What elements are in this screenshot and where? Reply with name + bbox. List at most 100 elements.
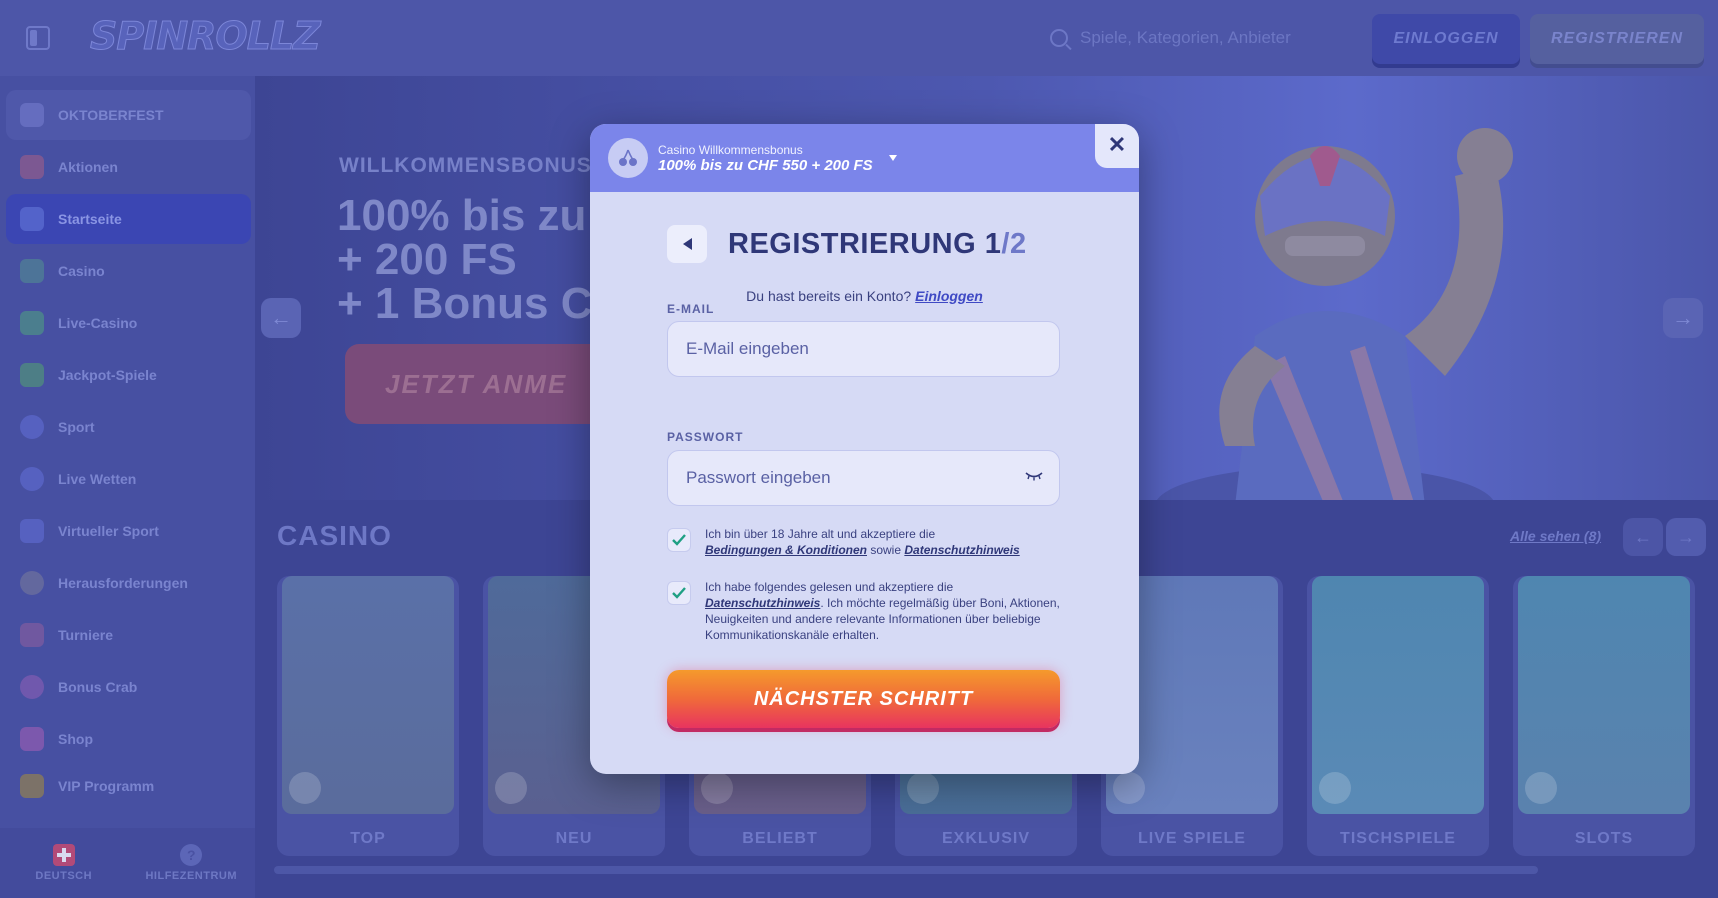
search-placeholder: Spiele, Kategorien, Anbieter <box>1080 28 1291 47</box>
search-input[interactable]: Spiele, Kategorien, Anbieter <box>1050 22 1350 54</box>
registration-modal: Casino Willkommensbonus 100% bis zu CHF … <box>590 124 1139 774</box>
sidebar-item-virtueller-sport[interactable]: Virtueller Sport <box>6 506 251 556</box>
back-button[interactable] <box>667 225 707 263</box>
login-button[interactable]: EINLOGGEN <box>1372 14 1520 64</box>
gift-icon <box>20 155 44 179</box>
category-card-tischspiele[interactable]: TISCHSPIELE <box>1307 576 1489 856</box>
login-link[interactable]: Einloggen <box>915 288 983 304</box>
gamepad-icon <box>20 519 44 543</box>
thumbs-up-icon <box>701 772 733 804</box>
email-field[interactable]: E-Mail eingeben <box>667 321 1060 377</box>
login-hint-text: Du hast bereits ein Konto? <box>746 288 912 304</box>
checkmark-icon <box>672 534 686 546</box>
consent-marketing-checkbox[interactable] <box>667 581 691 605</box>
hero-next-arrow-icon[interactable]: → <box>1663 298 1703 338</box>
cherry-icon <box>608 138 648 178</box>
step-separator: / <box>1001 228 1010 260</box>
category-label: TOP <box>350 830 386 847</box>
checkmark-icon <box>672 587 686 599</box>
terms-link[interactable]: Bedingungen & Konditionen <box>705 543 867 557</box>
sidebar-item-jackpot[interactable]: Jackpot-Spiele <box>6 350 251 400</box>
title-text: REGISTRIERUNG <box>728 228 977 260</box>
consent-marketing-text: Ich habe folgendes gelesen und akzeptier… <box>705 579 1065 643</box>
hero-title-line: + 1 Bonus Cr <box>337 279 610 328</box>
eye-closed-icon[interactable] <box>1025 471 1043 481</box>
consent-age-row: Ich bin über 18 Jahre alt und akzeptiere… <box>667 526 1065 558</box>
password-placeholder: Passwort eingeben <box>686 468 831 487</box>
see-all-link[interactable]: Alle sehen (8) <box>1510 528 1601 544</box>
help-center-link[interactable]: ? HILFEZENTRUM <box>128 828 256 898</box>
casino-prev-arrow-icon[interactable]: ← <box>1623 518 1663 556</box>
sidebar-item-turniere[interactable]: Turniere <box>6 610 251 660</box>
sidebar-item-label: Bonus Crab <box>58 679 138 695</box>
hero-subtitle: WILLKOMMENSBONUS <box>339 154 592 177</box>
consent1-text: Ich bin über 18 Jahre alt und akzeptiere… <box>705 527 936 541</box>
category-label: EXKLUSIV <box>941 830 1030 847</box>
sidebar-item-label: Startseite <box>58 211 122 227</box>
beer-icon <box>20 103 44 127</box>
sidebar-item-vip[interactable]: VIP Programm <box>6 766 251 806</box>
bonus-selector[interactable]: Casino Willkommensbonus 100% bis zu CHF … <box>590 124 1139 192</box>
diamond-icon <box>907 772 939 804</box>
cards-icon <box>1113 772 1145 804</box>
consent2-text: Ich habe folgendes gelesen und akzeptier… <box>705 580 954 594</box>
consent1-mid: sowie <box>870 543 902 557</box>
language-selector[interactable]: DEUTSCH <box>0 828 128 898</box>
crown-icon <box>20 774 44 798</box>
sidebar-item-label: Turniere <box>58 627 113 643</box>
wrestler-illustration <box>1156 128 1513 500</box>
password-field[interactable]: Passwort eingeben <box>667 450 1060 506</box>
hero-title-line: 100% bis zu <box>337 191 587 240</box>
category-card-top[interactable]: TOP <box>277 576 459 856</box>
category-label: LIVE SPIELE <box>1138 830 1246 847</box>
ball-icon <box>20 415 44 439</box>
home-icon <box>20 207 44 231</box>
sidebar-item-label: Jackpot-Spiele <box>58 367 157 383</box>
sidebar-item-live-casino[interactable]: Live-Casino <box>6 298 251 348</box>
email-label: E-MAIL <box>667 302 715 316</box>
trophy-icon <box>20 623 44 647</box>
register-button[interactable]: REGISTRIEREN <box>1530 14 1704 64</box>
sidebar-item-label: Aktionen <box>58 159 118 175</box>
step-total: 2 <box>1009 228 1027 260</box>
sidebar-item-shop[interactable]: Shop <box>6 714 251 764</box>
cherry-icon <box>20 259 44 283</box>
bonus-label: Casino Willkommensbonus <box>658 142 803 157</box>
privacy-link-2[interactable]: Datenschutzhinweis <box>705 596 820 610</box>
header: SPINROLLZ Spiele, Kategorien, Anbieter E… <box>0 0 1718 76</box>
sidebar-item-bonus-crab[interactable]: Bonus Crab <box>6 662 251 712</box>
sidebar-item-aktionen[interactable]: Aktionen <box>6 142 251 192</box>
live-casino-icon <box>20 311 44 335</box>
shop-icon <box>20 727 44 751</box>
sidebar-item-casino[interactable]: Casino <box>6 246 251 296</box>
sidebar-item-live-wetten[interactable]: Live Wetten <box>6 454 251 504</box>
sidebar-item-oktoberfest[interactable]: OKTOBERFEST <box>6 90 251 140</box>
category-scrollbar[interactable] <box>274 866 1538 874</box>
registration-title: REGISTRIERUNG 1/2 <box>728 228 1027 261</box>
hero-title-line: + 200 FS <box>337 235 517 284</box>
sidebar-item-label: Live-Casino <box>58 315 138 331</box>
next-step-button[interactable]: NÄCHSTER SCHRITT <box>667 670 1060 728</box>
swiss-flag-icon <box>52 844 75 866</box>
sidebar-footer: DEUTSCH ? HILFEZENTRUM <box>0 828 255 898</box>
consent-age-checkbox[interactable] <box>667 528 691 552</box>
sidebar-item-startseite[interactable]: Startseite <box>6 194 251 244</box>
sidebar-item-label: OKTOBERFEST <box>58 107 164 123</box>
sidebar-item-herausforderungen[interactable]: Herausforderungen <box>6 558 251 608</box>
close-icon[interactable]: ✕ <box>1095 124 1139 168</box>
sidebar-item-sport[interactable]: Sport <box>6 402 251 452</box>
sidebar-toggle-icon[interactable] <box>26 26 50 50</box>
casino-section-title: CASINO <box>277 520 392 551</box>
category-card-slots[interactable]: SLOTS <box>1513 576 1695 856</box>
privacy-link[interactable]: Datenschutzhinweis <box>904 543 1019 557</box>
chevron-left-icon <box>682 238 692 250</box>
sidebar-item-label: Casino <box>58 263 105 279</box>
bonus-value: 100% bis zu CHF 550 + 200 FS <box>658 156 873 174</box>
chevron-down-icon <box>888 155 897 161</box>
logo[interactable]: SPINROLLZ <box>90 14 322 59</box>
medal-icon <box>20 571 44 595</box>
casino-next-arrow-icon[interactable]: → <box>1666 518 1706 556</box>
sidebar-item-label: Live Wetten <box>58 471 137 487</box>
help-icon: ? <box>180 844 203 866</box>
hero-prev-arrow-icon[interactable]: ← <box>261 298 301 338</box>
